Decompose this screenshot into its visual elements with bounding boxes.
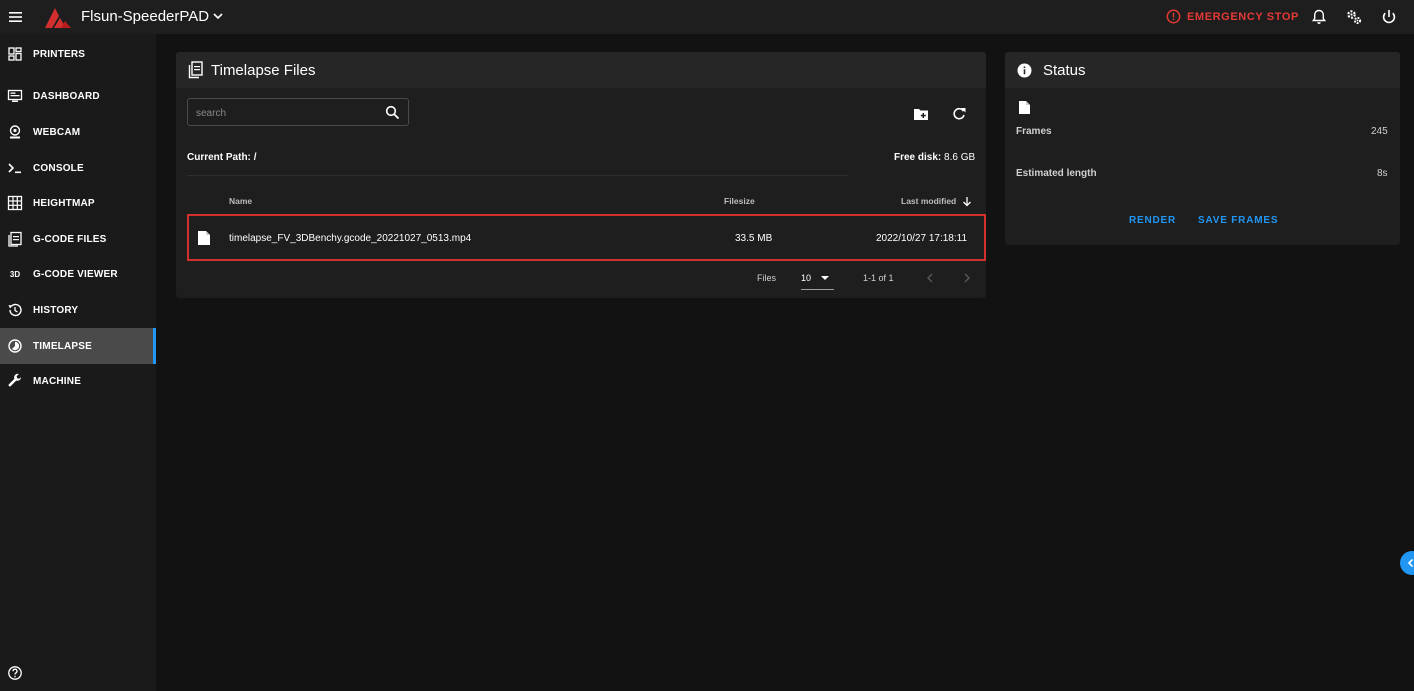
nav-label: PRINTERS	[33, 48, 86, 60]
free-disk: Free disk: 8.6 GB	[894, 152, 975, 163]
file-multiple-icon	[188, 61, 203, 79]
panel-header: Status	[1005, 52, 1400, 88]
status-panel: Status Frames 245 Estimated length 8s RE…	[1005, 52, 1400, 245]
wrench-icon	[8, 373, 22, 387]
chevron-left-icon[interactable]	[925, 272, 935, 284]
panel-title: Timelapse Files	[211, 62, 316, 79]
timelapse-icon	[8, 339, 22, 353]
nav-label: DASHBOARD	[33, 90, 100, 102]
search-input[interactable]	[196, 105, 376, 121]
frames-value: 245	[1371, 126, 1388, 137]
printers-icon	[8, 47, 22, 61]
nav-item-timelapse[interactable]: TIMELAPSE	[0, 328, 156, 364]
nav-item-history[interactable]: HISTORY	[0, 292, 156, 328]
file-icon	[1019, 101, 1030, 114]
search-field[interactable]	[187, 98, 409, 126]
settings-icon[interactable]	[1345, 8, 1363, 26]
nav-label: G-CODE VIEWER	[33, 268, 118, 280]
search-icon[interactable]	[385, 105, 400, 120]
info-icon	[1017, 63, 1032, 78]
gcode-files-icon	[8, 231, 22, 247]
nav-label: HISTORY	[33, 304, 79, 316]
render-button[interactable]: RENDER	[1129, 215, 1176, 226]
table-row[interactable]: timelapse_FV_3DBenchy.gcode_20221027_051…	[187, 214, 986, 261]
timelapse-files-panel: Timelapse Files Current Path: / Free dis…	[176, 52, 986, 298]
estimated-length-label: Estimated length	[1016, 168, 1097, 179]
file-modified: 2022/10/27 17:18:11	[876, 233, 968, 244]
gcode-viewer-icon: 3D	[9, 269, 21, 279]
flsun-logo	[45, 8, 71, 28]
divider	[187, 175, 848, 176]
chevron-left-icon	[1407, 558, 1414, 568]
nav-item-gcode-viewer[interactable]: 3D G-CODE VIEWER	[0, 256, 156, 292]
nav-item-dashboard[interactable]: DASHBOARD	[0, 78, 156, 114]
pagination-range: 1-1 of 1	[863, 273, 894, 283]
arrow-down-icon[interactable]	[962, 196, 972, 207]
current-path-label: Current Path:	[187, 152, 251, 163]
webcam-icon	[9, 125, 21, 139]
history-icon	[8, 303, 22, 317]
caret-down-icon	[821, 276, 829, 280]
dashboard-icon	[7, 89, 23, 102]
nav-label: TIMELAPSE	[33, 340, 93, 352]
file-name: timelapse_FV_3DBenchy.gcode_20221027_051…	[229, 233, 472, 244]
nav-item-gcode-files[interactable]: G-CODE FILES	[0, 221, 156, 257]
nav-item-printers[interactable]: PRINTERS	[0, 36, 156, 72]
refresh-icon[interactable]	[951, 106, 967, 122]
nav-label: G-CODE FILES	[33, 233, 107, 245]
bell-icon[interactable]	[1310, 8, 1328, 26]
nav-item-heightmap[interactable]: HEIGHTMAP	[0, 185, 156, 221]
nav-item-machine[interactable]: MACHINE	[0, 363, 156, 399]
per-page-select[interactable]: 10	[801, 268, 834, 290]
chevron-right-icon[interactable]	[962, 272, 972, 284]
menu-icon[interactable]	[7, 8, 25, 26]
current-path: Current Path: /	[187, 152, 256, 163]
alert-circle-icon	[1166, 9, 1181, 24]
current-path-value: /	[253, 152, 257, 163]
free-disk-value: 8.6 GB	[944, 152, 976, 163]
folder-plus-icon[interactable]	[913, 107, 929, 121]
panel-title: Status	[1043, 62, 1086, 79]
files-per-page-label: Files	[757, 273, 777, 283]
file-size: 33.5 MB	[735, 233, 773, 244]
estimated-length-value: 8s	[1377, 168, 1388, 179]
nav-label: HEIGHTMAP	[33, 197, 95, 209]
free-disk-label: Free disk:	[894, 152, 942, 163]
emergency-stop-button[interactable]: EMERGENCY STOP	[1166, 9, 1299, 24]
help-icon[interactable]	[7, 665, 23, 681]
top-app-bar: Flsun-SpeederPAD EMERGENCY STOP	[0, 0, 1414, 34]
emergency-stop-label: EMERGENCY STOP	[1187, 10, 1299, 23]
power-icon[interactable]	[1380, 8, 1398, 26]
console-icon	[8, 163, 21, 174]
nav-item-console[interactable]: CONSOLE	[0, 150, 156, 186]
nav-label: MACHINE	[33, 375, 82, 387]
frames-label: Frames	[1016, 126, 1052, 137]
sidebar-toggle-button[interactable]	[1400, 551, 1414, 575]
column-header-name[interactable]: Name	[229, 196, 252, 206]
file-icon	[198, 231, 210, 245]
nav-label: WEBCAM	[33, 126, 81, 138]
heightmap-icon	[7, 195, 23, 211]
navigation-drawer: PRINTERS DASHBOARD WEBCAM CONSOLE HEIGHT…	[0, 34, 156, 691]
save-frames-button[interactable]: SAVE FRAMES	[1198, 215, 1278, 226]
column-header-filesize[interactable]: Filesize	[724, 196, 755, 206]
printer-name[interactable]: Flsun-SpeederPAD	[81, 8, 209, 25]
panel-header: Timelapse Files	[176, 52, 986, 88]
chevron-down-icon[interactable]	[211, 9, 225, 23]
per-page-value: 10	[801, 273, 812, 283]
nav-label: CONSOLE	[33, 162, 84, 174]
column-header-last-modified[interactable]: Last modified	[901, 196, 956, 206]
nav-item-webcam[interactable]: WEBCAM	[0, 114, 156, 150]
